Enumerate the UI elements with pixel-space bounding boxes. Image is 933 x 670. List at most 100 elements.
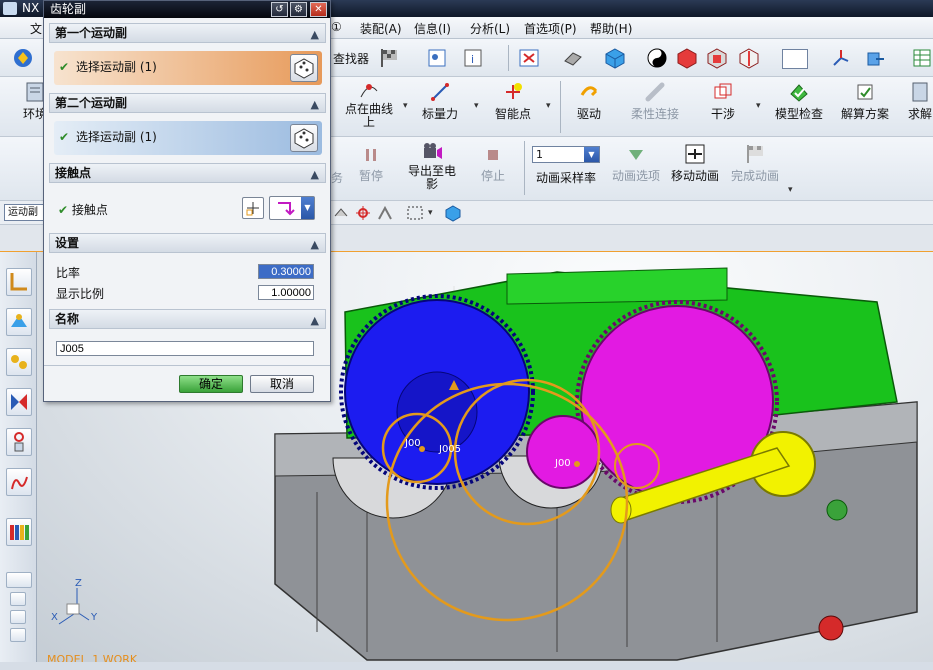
second-joint-selector[interactable]: ✔ 选择运动副 (1) bbox=[54, 121, 322, 155]
shaded-cube-icon[interactable] bbox=[604, 47, 626, 69]
gear-pair-dialog: 齿轮副 ↺ ⚙ ✕ 第一个运动副 ▲ ✔ 选择运动副 (1) 第二个运动副 ▲ … bbox=[43, 0, 331, 402]
snap-point-icon[interactable] bbox=[354, 204, 372, 222]
wcs-orient-icon[interactable] bbox=[830, 47, 852, 69]
checkered-flag-icon[interactable] bbox=[378, 47, 400, 69]
layer-color-box[interactable] bbox=[782, 49, 808, 69]
smart-point-button[interactable]: 智能点 bbox=[490, 81, 536, 122]
solve-icon bbox=[912, 82, 928, 102]
solve-button[interactable]: 求解 bbox=[908, 81, 932, 122]
model-check-button[interactable]: 模型检查 bbox=[772, 81, 826, 122]
point-on-curve-button[interactable]: 点在曲线上 bbox=[340, 79, 398, 129]
part-navigator-icon bbox=[11, 355, 27, 369]
move-animation-icon bbox=[685, 144, 705, 164]
information-icon[interactable]: i bbox=[462, 47, 484, 69]
grid-table-icon[interactable] bbox=[912, 47, 932, 69]
menu-information[interactable]: 信息(I) bbox=[414, 20, 451, 37]
start-menu-icon[interactable] bbox=[12, 47, 34, 69]
point-dialog-button[interactable] bbox=[242, 197, 264, 219]
second-joint-section-header[interactable]: 第二个运动副 ▲ bbox=[49, 93, 326, 113]
view-cube-icon[interactable] bbox=[444, 204, 462, 222]
resource-roles[interactable] bbox=[6, 572, 32, 588]
pause-button[interactable]: 暂停 bbox=[356, 145, 386, 184]
point-on-curve-dropdown-icon[interactable]: ▾ bbox=[403, 101, 408, 111]
part-navigator-icon[interactable] bbox=[426, 47, 448, 69]
interference-dropdown-icon[interactable]: ▾ bbox=[756, 101, 761, 111]
menu-help[interactable]: 帮助(H) bbox=[590, 20, 632, 37]
resource-bar-scroll-down[interactable] bbox=[10, 628, 26, 642]
driver-button[interactable]: 驱动 bbox=[572, 81, 606, 122]
move-handle-icon[interactable] bbox=[376, 204, 394, 222]
ok-button[interactable]: 确定 bbox=[179, 375, 243, 393]
joint-label[interactable]: J00 bbox=[555, 458, 571, 469]
menu-file[interactable]: 文 bbox=[30, 20, 42, 37]
joint-name-input[interactable] bbox=[56, 341, 314, 356]
resource-bar-scroll-up[interactable] bbox=[10, 592, 26, 606]
select-joint-button[interactable] bbox=[290, 124, 318, 152]
flexible-link-button[interactable]: 柔性连接 bbox=[628, 81, 682, 122]
menu-assembly[interactable]: 装配(A) bbox=[360, 20, 402, 37]
finish-animation-button[interactable]: 完成动画 bbox=[728, 143, 782, 184]
tasks-button[interactable]: 务 bbox=[330, 169, 344, 186]
interference-button[interactable]: 干涉 bbox=[708, 81, 738, 122]
move-component-icon[interactable] bbox=[864, 47, 886, 69]
settings-section-header[interactable]: 设置 ▲ bbox=[49, 233, 326, 253]
menu-tools[interactable]: ① bbox=[331, 20, 342, 34]
collapse-icon[interactable]: ▲ bbox=[311, 26, 319, 44]
close-icon[interactable]: ✕ bbox=[310, 2, 327, 17]
display-scale-input[interactable] bbox=[258, 285, 314, 300]
resource-palette[interactable] bbox=[6, 518, 32, 546]
chevron-down-icon[interactable]: ▼ bbox=[584, 147, 599, 162]
contact-point-section-header[interactable]: 接触点 ▲ bbox=[49, 163, 326, 183]
dialog-title-bar[interactable]: 齿轮副 ↺ ⚙ ✕ bbox=[44, 1, 330, 18]
smart-point-dropdown-icon[interactable]: ▾ bbox=[546, 101, 551, 111]
rectangle-select-icon[interactable] bbox=[406, 204, 424, 222]
chevron-down-icon[interactable]: ▼ bbox=[301, 197, 314, 219]
collapse-icon[interactable]: ▲ bbox=[311, 96, 319, 114]
animation-toolbar-dropdown-icon[interactable]: ▾ bbox=[788, 185, 793, 195]
joint-label[interactable]: J005 bbox=[439, 444, 461, 455]
selection-filter-combo[interactable]: 运动副 bbox=[4, 204, 44, 221]
move-animation-button[interactable]: 移动动画 bbox=[668, 143, 722, 184]
movie-camera-icon bbox=[424, 143, 442, 159]
select-joint-button[interactable] bbox=[290, 54, 318, 82]
fit-view-icon[interactable] bbox=[518, 47, 540, 69]
resource-assembly-navigator[interactable] bbox=[6, 268, 32, 296]
first-joint-section-header[interactable]: 第一个运动副 ▲ bbox=[49, 23, 326, 43]
resource-motion-navigator[interactable] bbox=[6, 428, 32, 456]
resource-bar-scroll-mid[interactable] bbox=[10, 610, 26, 624]
menu-preferences[interactable]: 首选项(P) bbox=[524, 20, 577, 37]
menu-analysis[interactable]: 分析(L) bbox=[470, 20, 510, 37]
stop-button[interactable]: 停止 bbox=[478, 145, 508, 184]
first-joint-selector[interactable]: ✔ 选择运动副 (1) bbox=[54, 51, 322, 85]
collapse-icon[interactable]: ▲ bbox=[311, 312, 319, 330]
resource-part-navigator[interactable] bbox=[6, 348, 32, 376]
scalar-force-button[interactable]: 标量力 bbox=[420, 81, 460, 122]
finder-button[interactable]: 查找器 bbox=[333, 50, 369, 67]
animation-options-button[interactable]: 动画选项 bbox=[608, 145, 664, 184]
point-constructor-icon bbox=[246, 202, 259, 216]
view-orient-icon[interactable] bbox=[646, 47, 668, 69]
reset-icon[interactable]: ↺ bbox=[271, 2, 288, 17]
collapse-icon[interactable]: ▲ bbox=[311, 166, 319, 184]
cancel-button[interactable]: 取消 bbox=[250, 375, 314, 393]
gear-icon[interactable]: ⚙ bbox=[290, 2, 307, 17]
solution-button[interactable]: 解算方案 bbox=[838, 81, 892, 122]
animation-step-combo[interactable]: 1 ▼ bbox=[532, 146, 600, 163]
render-style-icon[interactable] bbox=[562, 47, 584, 69]
dice-select-icon bbox=[294, 58, 314, 79]
select-feature-icon[interactable] bbox=[332, 204, 350, 222]
resource-reuse-library[interactable] bbox=[6, 388, 32, 416]
resource-constraint-navigator[interactable] bbox=[6, 308, 32, 336]
clip-plane-icon[interactable] bbox=[738, 47, 760, 69]
edit-section-icon[interactable] bbox=[706, 47, 728, 69]
point-method-dropdown[interactable]: ▼ bbox=[269, 196, 315, 220]
select-dropdown-icon[interactable]: ▾ bbox=[428, 208, 433, 218]
section-cube-icon[interactable] bbox=[676, 47, 698, 69]
export-movie-button[interactable]: 导出至电影 bbox=[404, 141, 460, 191]
collapse-icon[interactable]: ▲ bbox=[311, 236, 319, 254]
resource-history[interactable] bbox=[6, 468, 32, 496]
name-section-header[interactable]: 名称 ▲ bbox=[49, 309, 326, 329]
ratio-input[interactable] bbox=[258, 264, 314, 279]
joint-label[interactable]: J00 bbox=[405, 438, 421, 449]
scalar-force-dropdown-icon[interactable]: ▾ bbox=[474, 101, 479, 111]
